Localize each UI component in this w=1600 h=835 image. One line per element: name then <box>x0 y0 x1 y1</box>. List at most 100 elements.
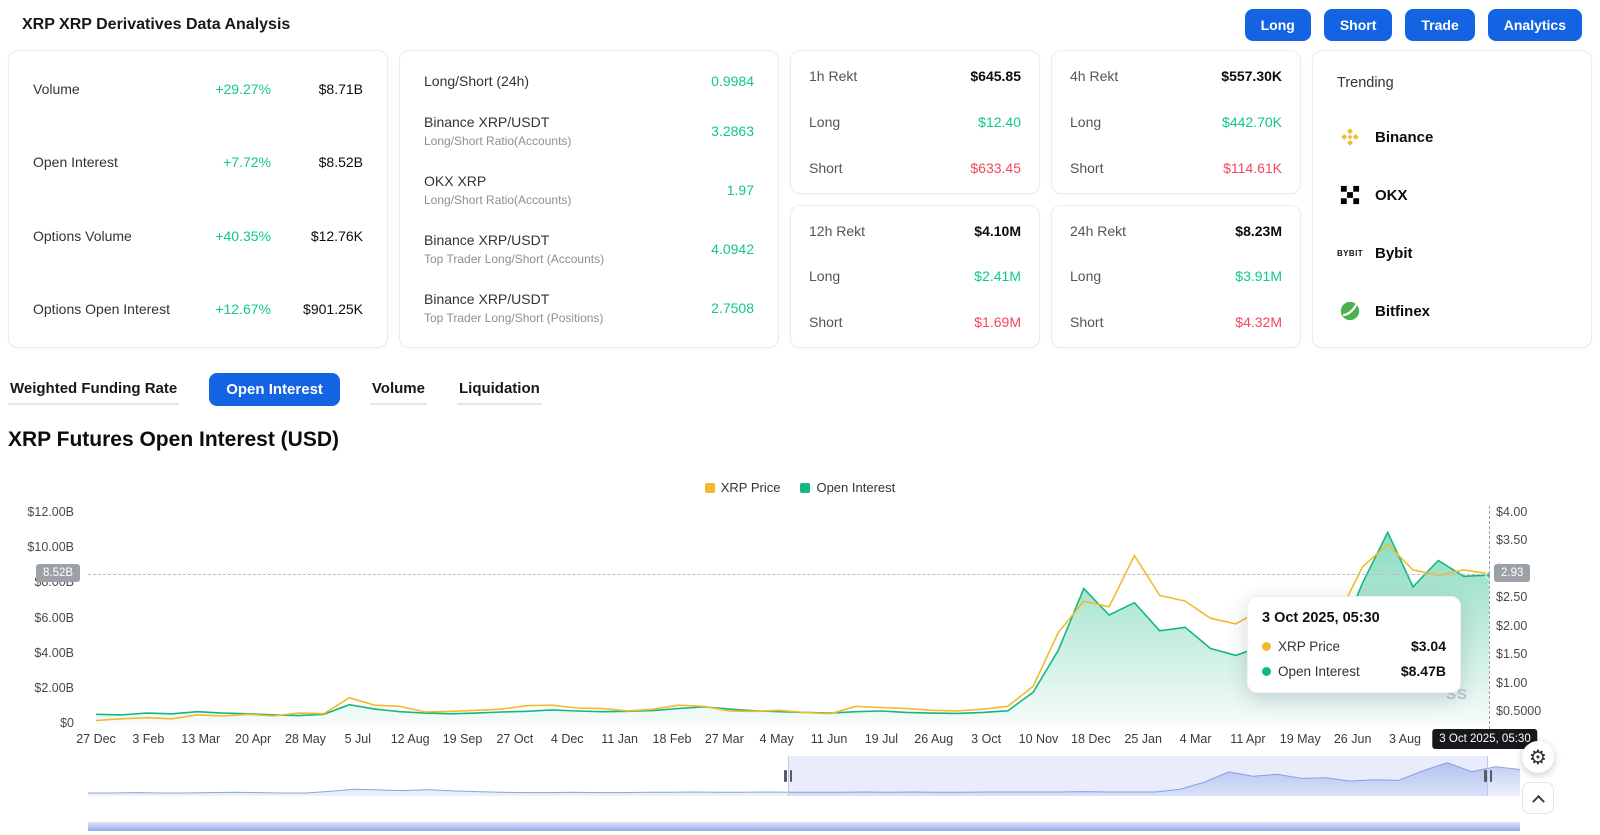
ratio-sublabel: Top Trader Long/Short (Positions) <box>424 311 603 325</box>
stat-row-open-interest: Open Interest +7.72% $8.52B <box>33 154 363 170</box>
open-interest-swatch <box>800 483 810 493</box>
trending-item-bitfinex[interactable]: Bitfinex <box>1337 299 1567 323</box>
navigator-left-handle[interactable] <box>781 768 795 784</box>
open-interest-dot-icon <box>1262 667 1271 676</box>
tooltip-row-open-interest: Open Interest $8.47B <box>1262 663 1446 679</box>
rekt-short-value: $633.45 <box>970 160 1021 176</box>
topbar-buttons: Long Short Trade Analytics <box>1245 9 1582 41</box>
analytics-button[interactable]: Analytics <box>1488 9 1582 41</box>
y-axis-right-label: $4.00 <box>1496 505 1527 519</box>
trade-button[interactable]: Trade <box>1405 9 1474 41</box>
chart-block: XRP Price Open Interest $12.00B$10.00B$8… <box>0 466 1600 831</box>
tooltip-value: $8.47B <box>1401 663 1446 679</box>
next-chart-edge <box>88 822 1520 831</box>
tooltip-label: XRP Price <box>1278 639 1340 654</box>
trending-card: Trending Binance OKX BYBIT <box>1312 50 1592 348</box>
current-price-badge: 2.93 <box>1494 564 1530 582</box>
stat-change: +40.35% <box>175 228 271 244</box>
y-axis-right-label: $1.00 <box>1496 676 1527 690</box>
trending-item-binance[interactable]: Binance <box>1337 125 1567 149</box>
rekt-short-value: $4.32M <box>1235 314 1282 330</box>
tab-open-interest[interactable]: Open Interest <box>209 373 340 406</box>
tab-weighted-funding-rate[interactable]: Weighted Funding Rate <box>8 374 179 405</box>
rekt-card-12h: 12h Rekt$4.10M Long$2.41M Short$1.69M <box>790 205 1040 349</box>
rekt-card-4h: 4h Rekt$557.30K Long$442.70K Short$114.6… <box>1051 50 1301 194</box>
stat-label: Open Interest <box>33 154 118 170</box>
x-axis-label: 26 Jun <box>1334 732 1372 746</box>
rekt-total: $557.30K <box>1221 68 1282 84</box>
current-oi-badge: 8.52B <box>36 564 80 582</box>
trending-item-label: Bybit <box>1375 245 1413 262</box>
page-title: XRP XRP Derivatives Data Analysis <box>22 16 290 34</box>
ratio-row: Binance XRP/USDT Top Trader Long/Short (… <box>424 291 754 325</box>
x-axis-label: 4 Dec <box>551 732 584 746</box>
x-axis-label: 27 Dec <box>76 732 116 746</box>
stat-change: +12.67% <box>175 301 271 317</box>
rekt-title: 24h Rekt <box>1070 223 1126 239</box>
rekt-long-value: $12.40 <box>978 114 1021 130</box>
stat-value: $901.25K <box>271 301 363 317</box>
chart-range-navigator[interactable] <box>88 756 1520 796</box>
x-axis-label: 3 Feb <box>132 732 164 746</box>
trending-item-label: OKX <box>1375 187 1408 204</box>
tab-liquidation[interactable]: Liquidation <box>457 374 542 405</box>
trending-item-bybit[interactable]: BYBIT Bybit <box>1337 241 1567 265</box>
ratio-row: OKX XRP Long/Short Ratio(Accounts) 1.97 <box>424 173 754 207</box>
xrp-price-swatch <box>705 483 715 493</box>
navigator-right-handle[interactable] <box>1481 768 1495 784</box>
binance-icon <box>1337 125 1363 149</box>
ratio-label: Binance XRP/USDT <box>424 291 603 307</box>
ratio-label: Binance XRP/USDT <box>424 232 604 248</box>
x-axis-label: 3 Oct <box>971 732 1001 746</box>
y-axis-left-label: $10.00B <box>27 540 74 554</box>
y-axis-left: $12.00B$10.00B$8.00B$6.00B$4.00B$2.00B$0 <box>0 506 80 725</box>
trending-title: Trending <box>1337 75 1567 91</box>
ratio-label: Long/Short (24h) <box>424 73 529 89</box>
rekt-long-label: Long <box>1070 114 1101 130</box>
legend-item-xrp-price[interactable]: XRP Price <box>705 480 781 495</box>
rekt-long-value: $3.91M <box>1235 268 1282 284</box>
tooltip-row-price: XRP Price $3.04 <box>1262 638 1446 654</box>
x-axis-label: 19 Jul <box>865 732 898 746</box>
stat-row-volume: Volume +29.27% $8.71B <box>33 81 363 97</box>
gear-icon: ⚙ <box>1529 745 1547 770</box>
rekt-title: 12h Rekt <box>809 223 865 239</box>
legend-item-open-interest[interactable]: Open Interest <box>800 480 895 495</box>
stat-value: $8.52B <box>271 154 363 170</box>
x-axis-label: 25 Jan <box>1124 732 1162 746</box>
rekt-short-value: $114.61K <box>1223 160 1282 176</box>
rekt-card-1h: 1h Rekt$645.85 Long$12.40 Short$633.45 <box>790 50 1040 194</box>
chart-title: XRP Futures Open Interest (USD) <box>8 428 1592 452</box>
tab-volume[interactable]: Volume <box>370 374 427 405</box>
x-axis-label: 28 May <box>285 732 326 746</box>
stat-row-options-open-interest: Options Open Interest +12.67% $901.25K <box>33 301 363 317</box>
y-axis-left-label: $4.00B <box>34 646 74 660</box>
settings-gear-button[interactable]: ⚙ <box>1522 741 1554 773</box>
ratio-sublabel: Long/Short Ratio(Accounts) <box>424 134 571 148</box>
y-axis-right-label: $2.50 <box>1496 590 1527 604</box>
long-button[interactable]: Long <box>1245 9 1311 41</box>
y-axis-right-label: $2.00 <box>1496 619 1527 633</box>
rekt-column-2: 4h Rekt$557.30K Long$442.70K Short$114.6… <box>1051 50 1301 348</box>
long-short-ratios-card: Long/Short (24h) 0.9984 Binance XRP/USDT… <box>399 50 779 348</box>
bybit-icon: BYBIT <box>1337 241 1363 265</box>
scroll-to-top-button[interactable] <box>1522 782 1554 814</box>
ratio-row: Long/Short (24h) 0.9984 <box>424 73 754 89</box>
rekt-short-label: Short <box>809 160 842 176</box>
ratio-label: OKX XRP <box>424 173 571 189</box>
trending-item-label: Bitfinex <box>1375 303 1430 320</box>
chart-legend: XRP Price Open Interest <box>0 480 1600 495</box>
navigator-selected-range[interactable] <box>788 756 1488 796</box>
trending-item-okx[interactable]: OKX <box>1337 183 1567 207</box>
rekt-total: $8.23M <box>1235 223 1282 239</box>
x-axis-label: 18 Dec <box>1071 732 1111 746</box>
ratio-sublabel: Long/Short Ratio(Accounts) <box>424 193 571 207</box>
x-axis-label: 27 Oct <box>496 732 533 746</box>
short-button[interactable]: Short <box>1324 9 1393 41</box>
x-axis-label: 11 Apr <box>1230 732 1265 746</box>
y-axis-right-label: $0.5000 <box>1496 704 1541 718</box>
rekt-title: 4h Rekt <box>1070 68 1118 84</box>
stat-row-options-volume: Options Volume +40.35% $12.76K <box>33 228 363 244</box>
crosshair-date-badge: 3 Oct 2025, 05:30 <box>1432 729 1537 749</box>
x-axis-label: 3 Aug <box>1389 732 1421 746</box>
